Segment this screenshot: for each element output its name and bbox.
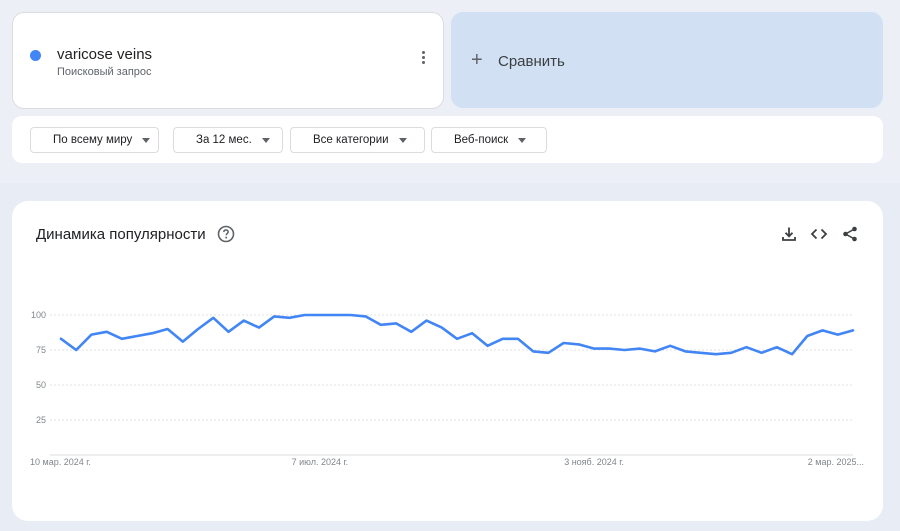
more-options-icon[interactable] (415, 51, 431, 71)
region-filter-label: По всему миру (53, 134, 133, 146)
filter-bar: По всему миру За 12 мес. Все категории В… (12, 116, 883, 163)
y-tick-label: 25 (36, 415, 46, 425)
period-filter[interactable]: За 12 мес. (173, 127, 283, 153)
x-tick-label: 3 нояб. 2024 г. (564, 457, 624, 467)
compare-button[interactable]: + Сравнить (451, 12, 883, 108)
y-tick-label: 100 (31, 310, 46, 320)
dropdown-arrow-icon (142, 137, 151, 143)
category-filter[interactable]: Все категории (290, 127, 425, 153)
search-type-filter-label: Веб-поиск (454, 134, 509, 146)
search-term-type: Поисковый запрос (57, 66, 152, 78)
x-tick-label: 10 мар. 2024 г. (30, 457, 91, 467)
search-type-filter[interactable]: Веб-поиск (431, 127, 547, 153)
category-filter-label: Все категории (313, 134, 389, 146)
compare-label: Сравнить (498, 53, 565, 70)
y-tick-label: 50 (36, 380, 46, 390)
trend-line-chart: 100 75 50 25 10 мар. 2024 г. 7 июл. 2024 г. 3 … (30, 310, 864, 467)
dropdown-arrow-icon (398, 137, 407, 143)
series-color-dot (30, 50, 41, 61)
dropdown-arrow-icon (261, 137, 270, 143)
interest-over-time-card: Динамика популярности 100 75 50 25 10 мар. 2… (12, 201, 883, 521)
period-filter-label: За 12 мес. (196, 134, 252, 146)
series-line (59, 313, 855, 356)
y-tick-label: 75 (36, 345, 46, 355)
dropdown-arrow-icon (518, 137, 527, 143)
x-tick-label: 7 июл. 2024 г. (292, 457, 349, 467)
x-tick-label: 2 мар. 2025... (808, 457, 864, 467)
region-filter[interactable]: По всему миру (30, 127, 159, 153)
search-term-card[interactable]: varicose veins Поисковый запрос (12, 12, 444, 109)
search-term-name[interactable]: varicose veins (57, 46, 152, 63)
plus-icon: + (471, 49, 483, 71)
